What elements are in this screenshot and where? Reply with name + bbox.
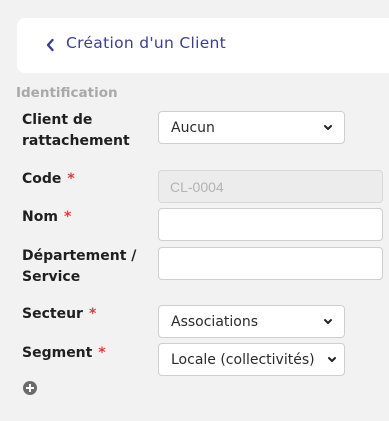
segment-label: Segment * bbox=[22, 343, 106, 364]
required-marker: * bbox=[63, 209, 72, 225]
client-rattachement-label: Client de rattachement bbox=[22, 110, 130, 152]
departement-label-line1: Département / bbox=[22, 248, 137, 264]
departement-label-line2: Service bbox=[22, 269, 81, 285]
departement-label: Département / Service bbox=[22, 246, 136, 288]
code-label-text: Code bbox=[22, 171, 62, 187]
chevron-down-icon bbox=[324, 318, 332, 324]
nom-field[interactable] bbox=[158, 208, 383, 241]
nom-label-text: Nom bbox=[22, 209, 58, 225]
client-rattachement-value: Aucun bbox=[171, 119, 215, 136]
required-marker: * bbox=[67, 171, 75, 187]
nom-label: Nom * bbox=[22, 207, 71, 228]
segment-value: Locale (collectivités) bbox=[171, 351, 315, 368]
client-rattachement-select[interactable]: Aucun bbox=[158, 111, 345, 144]
required-marker: * bbox=[88, 306, 97, 322]
secteur-value: Associations bbox=[171, 313, 259, 330]
section-title: Identification bbox=[16, 85, 118, 101]
chevron-down-icon bbox=[324, 124, 332, 130]
plus-circle-icon[interactable] bbox=[23, 381, 37, 395]
client-rattachement-label-line2: rattachement bbox=[22, 133, 130, 149]
code-label: Code * bbox=[22, 169, 75, 190]
segment-label-text: Segment bbox=[22, 345, 93, 361]
client-rattachement-label-line1: Client de bbox=[22, 112, 93, 128]
departement-field[interactable] bbox=[158, 247, 383, 280]
secteur-label: Secteur * bbox=[22, 304, 96, 325]
secteur-label-text: Secteur bbox=[22, 306, 83, 322]
secteur-select[interactable]: Associations bbox=[158, 305, 345, 338]
header-card: Création d'un Client bbox=[17, 18, 389, 73]
code-field bbox=[158, 170, 383, 203]
required-marker: * bbox=[98, 345, 106, 361]
chevron-down-icon bbox=[328, 356, 336, 362]
chevron-left-icon[interactable] bbox=[43, 38, 57, 52]
page-title: Création d'un Client bbox=[66, 34, 227, 52]
segment-select[interactable]: Locale (collectivités) bbox=[158, 343, 345, 376]
